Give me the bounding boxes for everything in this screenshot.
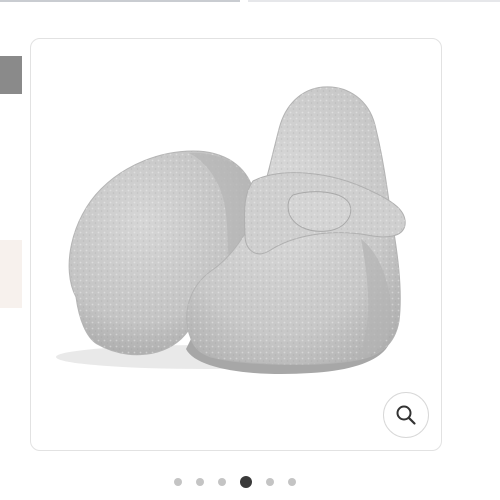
magnifier-icon [396,405,416,425]
top-divider-left [0,0,240,2]
carousel-dot[interactable] [174,478,182,486]
previous-slide-peek-dark[interactable] [0,56,22,94]
carousel-dot[interactable] [266,478,274,486]
zoom-button[interactable] [383,392,429,438]
product-gallery [0,0,500,500]
carousel-dot-active[interactable] [240,476,252,488]
carousel-dot[interactable] [288,478,296,486]
previous-slide-peek-light[interactable] [0,240,22,308]
baby-booties-image [56,86,406,374]
carousel-pagination [0,474,470,490]
top-divider-right [248,0,500,2]
product-image-card[interactable] [30,38,442,451]
carousel-dot[interactable] [218,478,226,486]
carousel-dot[interactable] [196,478,204,486]
